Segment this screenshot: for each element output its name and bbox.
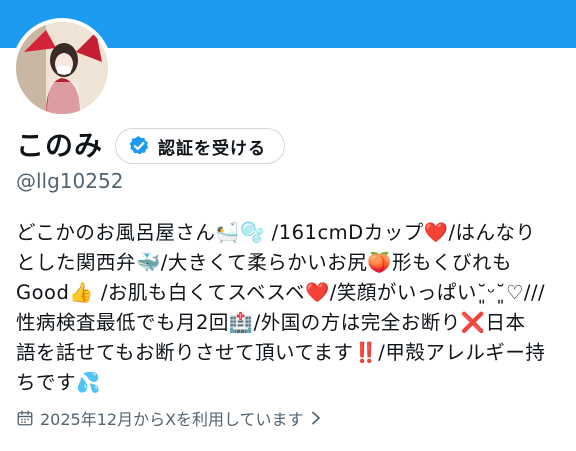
avatar[interactable] [12,18,112,118]
username-handle: @llg10252 [16,169,124,193]
bio-line: ちです💦 [16,371,101,394]
bio-line: 語を話せてもお断りさせて頂いてます‼️/甲殻アレルギー持 [16,341,546,364]
get-verified-button[interactable]: 認証を受ける [115,128,286,164]
profile-bio: どこかのお風呂屋さん🛀🫧 /161cmDカップ❤️/はんなり とした関西弁🐳/大… [16,218,564,398]
avatar-image [16,22,108,114]
chevron-right-icon [311,411,320,425]
name-row: このみ 認証を受ける [16,126,286,166]
avatar-photo-icon [16,22,108,114]
join-date[interactable]: 2025年12月からXを利用しています [16,406,328,430]
verified-badge-icon [129,136,149,155]
get-verified-label: 認証を受ける [158,138,267,159]
bio-line: 性病検査最低でも月2回🏥/外国の方は完全お断り❌日本 [16,311,526,334]
join-date-text: 2025年12月からXを利用しています [40,410,304,429]
display-name: このみ [16,129,104,162]
calendar-icon [17,410,33,426]
bio-line: Good👍 /お肌も白くてスベスベ❤️/笑顔がいっぱい˘͈ᵕ˘͈♡/// [16,281,546,304]
bio-line: どこかのお風呂屋さん🛀🫧 /161cmDカップ❤️/はんなり [16,221,536,244]
bio-line: とした関西弁🐳/大きくて柔らかいお尻🍑形もくびれも [16,251,513,274]
